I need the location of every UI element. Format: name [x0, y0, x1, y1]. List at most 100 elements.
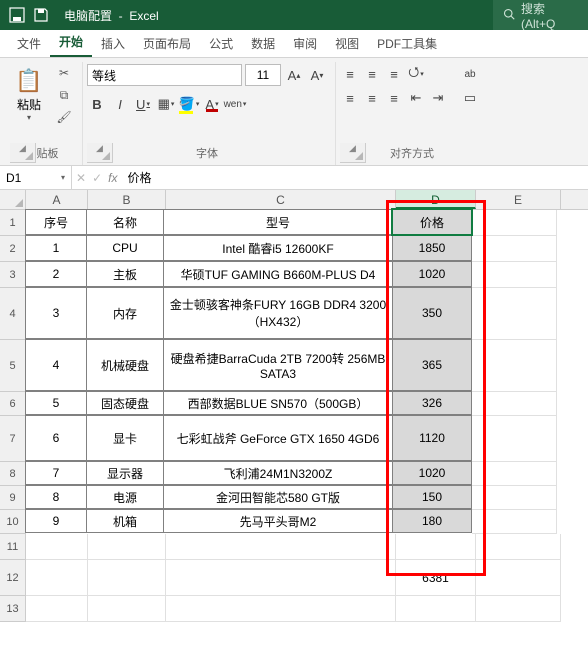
rowhead[interactable]: 9: [0, 486, 25, 510]
italic-button[interactable]: I: [110, 94, 130, 114]
spreadsheet-grid[interactable]: A B C D E 12345678910111213 序号名称型号价格1CPU…: [0, 190, 588, 664]
cell[interactable]: [476, 596, 561, 622]
cell[interactable]: [396, 596, 476, 622]
cell[interactable]: [26, 560, 88, 596]
cell[interactable]: 七彩虹战斧 GeForce GTX 1650 4GD6: [163, 415, 393, 461]
tab-pdf[interactable]: PDF工具集: [368, 30, 446, 57]
cell[interactable]: 1120: [392, 415, 472, 461]
decrease-font-button[interactable]: A▾: [307, 65, 327, 85]
cut-button[interactable]: ✂: [54, 64, 74, 82]
cell[interactable]: [472, 210, 557, 236]
bold-button[interactable]: B: [87, 94, 107, 114]
cell[interactable]: Intel 酷睿i5 12600KF: [163, 235, 393, 261]
save-icon[interactable]: [32, 6, 50, 24]
tab-home[interactable]: 开始: [50, 28, 92, 57]
colhead-c[interactable]: C: [166, 190, 396, 209]
cell[interactable]: 3: [25, 287, 87, 339]
formula-input[interactable]: 价格: [121, 166, 588, 189]
cell[interactable]: 型号: [163, 209, 393, 235]
tab-file[interactable]: 文件: [8, 30, 50, 57]
rowhead[interactable]: 8: [0, 462, 25, 486]
cell[interactable]: [166, 596, 396, 622]
cell[interactable]: 1020: [392, 461, 472, 485]
cell[interactable]: 1850: [392, 235, 472, 261]
cell[interactable]: 飞利浦24M1N3200Z: [163, 461, 393, 485]
colhead-d[interactable]: D: [396, 190, 476, 209]
cell[interactable]: [166, 534, 396, 560]
cell[interactable]: [472, 392, 557, 416]
cell[interactable]: [472, 462, 557, 486]
cell[interactable]: CPU: [86, 235, 164, 261]
rowhead[interactable]: 5: [0, 340, 25, 392]
cell[interactable]: 西部数据BLUE SN570（500GB）: [163, 391, 393, 415]
rowhead[interactable]: 4: [0, 288, 25, 340]
cell[interactable]: [472, 236, 557, 262]
cell[interactable]: 180: [392, 509, 472, 533]
cell[interactable]: 固态硬盘: [86, 391, 164, 415]
paste-button[interactable]: 📋 粘贴 ▾: [10, 64, 48, 122]
colhead-a[interactable]: A: [26, 190, 88, 209]
cells-area[interactable]: 序号名称型号价格1CPUIntel 酷睿i5 12600KF18502主板华硕T…: [26, 210, 588, 664]
cell[interactable]: 硬盘希捷BarraCuda 2TB 7200转 256MB SATA3: [163, 339, 393, 391]
cell[interactable]: 内存: [86, 287, 164, 339]
cell[interactable]: [88, 534, 166, 560]
cell[interactable]: 显卡: [86, 415, 164, 461]
cell[interactable]: [472, 416, 557, 462]
rowhead[interactable]: 10: [0, 510, 25, 534]
cell[interactable]: 6381: [396, 560, 476, 596]
align-bottom-button[interactable]: ≡: [384, 64, 404, 84]
cell[interactable]: 326: [392, 391, 472, 415]
rowhead[interactable]: 6: [0, 392, 25, 416]
cell[interactable]: [166, 560, 396, 596]
merge-button[interactable]: ▭: [456, 88, 484, 108]
dialog-launcher-icon[interactable]: ◢: [340, 143, 366, 163]
copy-button[interactable]: ⧉: [54, 86, 74, 104]
colhead-e[interactable]: E: [476, 190, 561, 209]
border-button[interactable]: ▦▾: [156, 94, 176, 114]
cell[interactable]: 7: [25, 461, 87, 485]
cell[interactable]: 显示器: [86, 461, 164, 485]
fx-icon[interactable]: fx: [108, 171, 117, 185]
increase-indent-button[interactable]: ⇥: [428, 88, 448, 108]
align-left-button[interactable]: ≡: [340, 88, 360, 108]
cell[interactable]: [472, 288, 557, 340]
cell[interactable]: 365: [392, 339, 472, 391]
name-box[interactable]: D1 ▾: [0, 166, 72, 189]
cell[interactable]: 1020: [392, 261, 472, 287]
align-center-button[interactable]: ≡: [362, 88, 382, 108]
align-middle-button[interactable]: ≡: [362, 64, 382, 84]
cell[interactable]: [472, 262, 557, 288]
cell[interactable]: 金河田智能芯580 GT版: [163, 485, 393, 509]
confirm-icon[interactable]: ✓: [92, 171, 102, 185]
align-top-button[interactable]: ≡: [340, 64, 360, 84]
cell[interactable]: 金士顿骇客神条FURY 16GB DDR4 3200（HX432）: [163, 287, 393, 339]
format-painter-button[interactable]: 🖌: [54, 108, 74, 126]
cell[interactable]: [88, 596, 166, 622]
cell[interactable]: 价格: [392, 209, 472, 235]
cell[interactable]: 150: [392, 485, 472, 509]
increase-font-button[interactable]: A▴: [284, 65, 304, 85]
cell[interactable]: 9: [25, 509, 87, 533]
cell[interactable]: 名称: [86, 209, 164, 235]
phonetic-button[interactable]: wen▾: [225, 94, 245, 114]
search-box[interactable]: 搜索(Alt+Q: [493, 0, 588, 30]
cell[interactable]: [476, 560, 561, 596]
cell[interactable]: 序号: [25, 209, 87, 235]
tab-formulas[interactable]: 公式: [200, 30, 242, 57]
cell[interactable]: [396, 534, 476, 560]
underline-button[interactable]: U▾: [133, 94, 153, 114]
cell[interactable]: 6: [25, 415, 87, 461]
cell[interactable]: 机械硬盘: [86, 339, 164, 391]
cell[interactable]: [472, 510, 557, 534]
rowhead[interactable]: 12: [0, 560, 25, 596]
tab-data[interactable]: 数据: [242, 30, 284, 57]
cell[interactable]: [476, 534, 561, 560]
font-name-select[interactable]: [87, 64, 242, 86]
cell[interactable]: 350: [392, 287, 472, 339]
cell[interactable]: [26, 534, 88, 560]
cell[interactable]: 2: [25, 261, 87, 287]
rowhead[interactable]: 13: [0, 596, 25, 622]
cell[interactable]: 5: [25, 391, 87, 415]
cell[interactable]: 8: [25, 485, 87, 509]
rowhead[interactable]: 7: [0, 416, 25, 462]
